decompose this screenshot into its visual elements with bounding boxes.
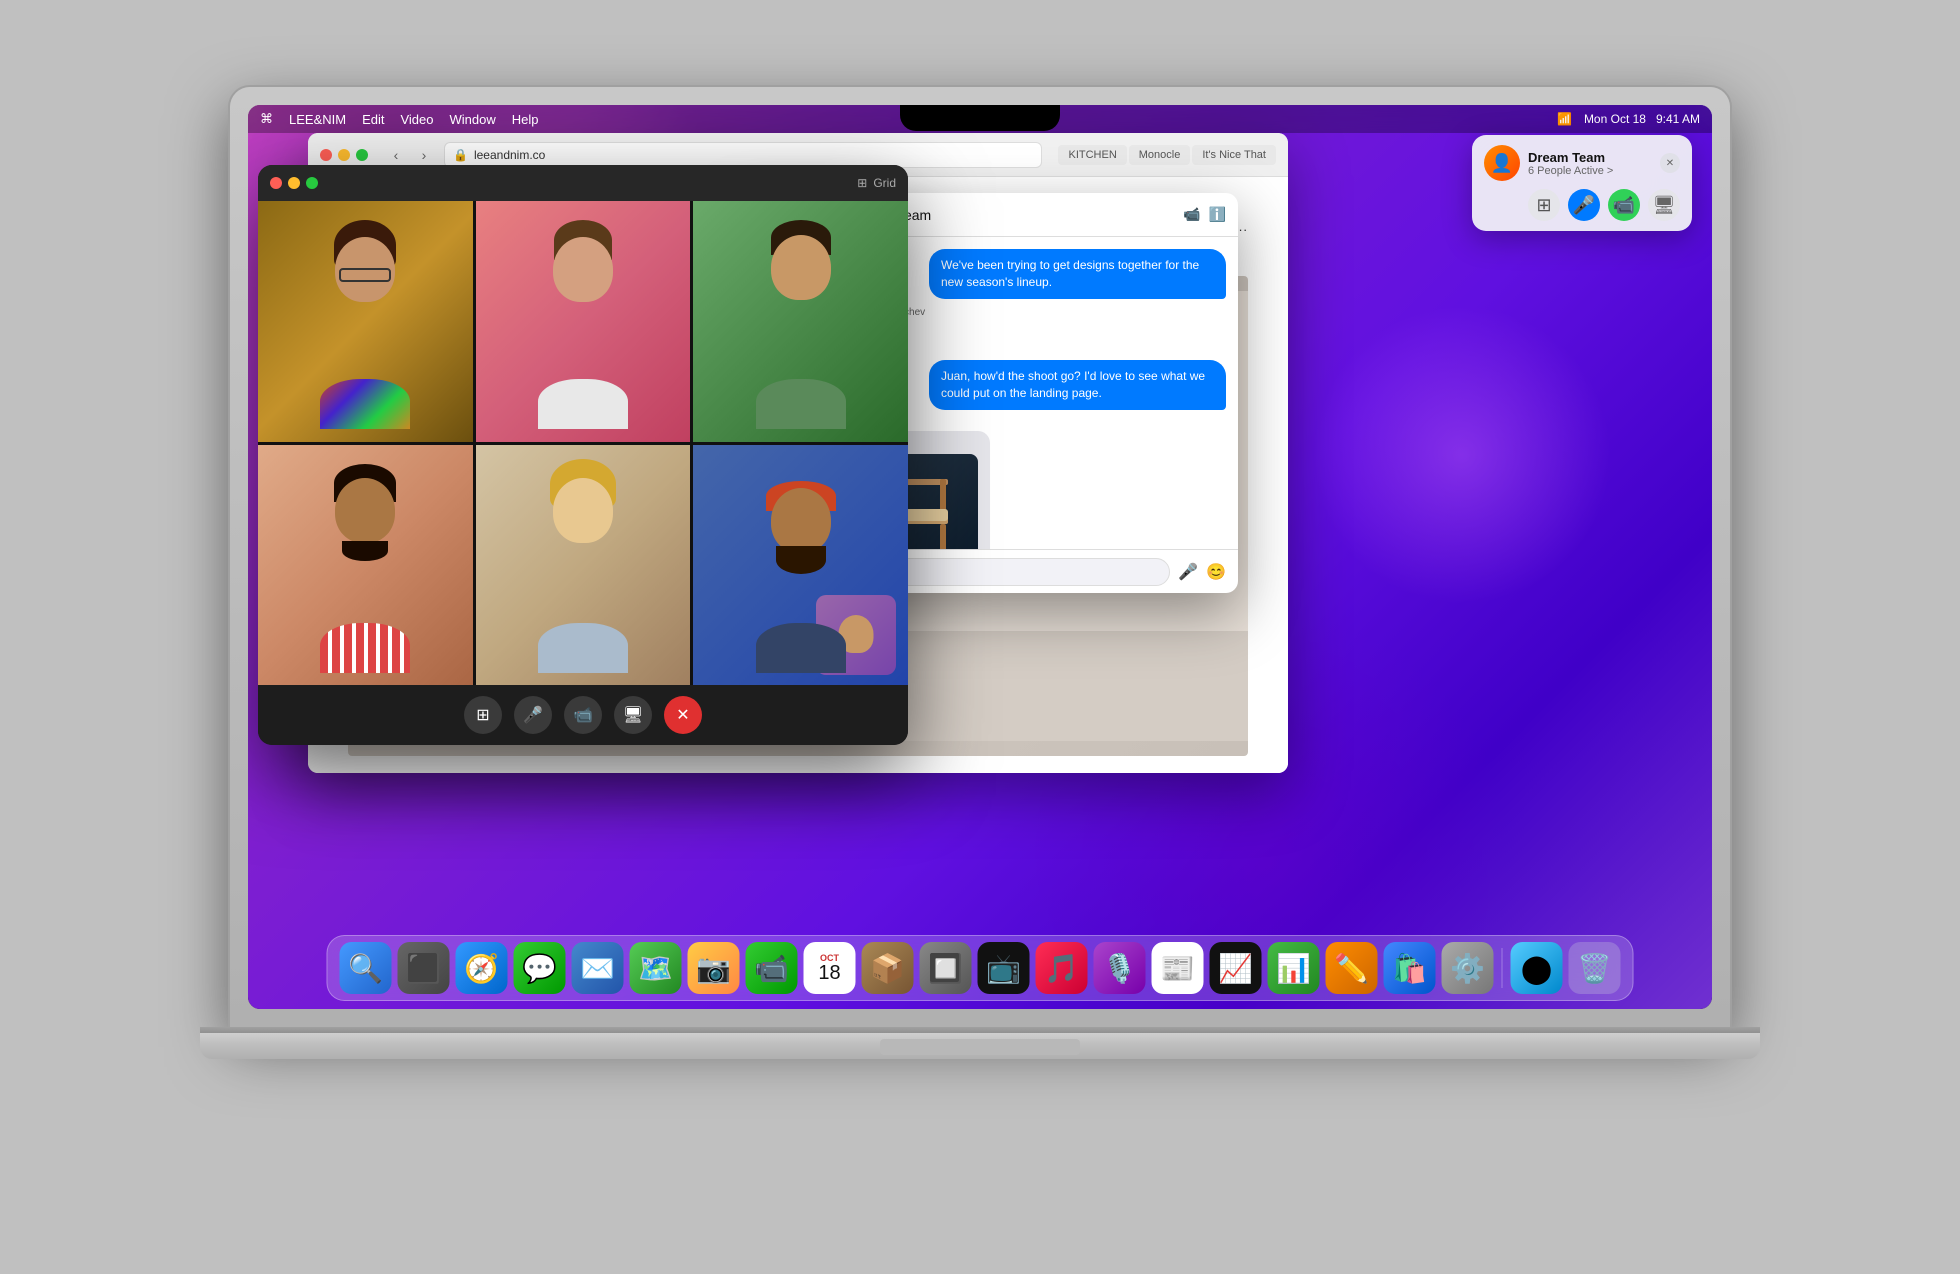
ft-participant-1 [258, 201, 473, 442]
dock-icon-messages[interactable]: 💬 [514, 942, 566, 994]
dock-icon-apps2[interactable]: 🔲 [920, 942, 972, 994]
app-name[interactable]: LEE&NIM [289, 112, 346, 127]
notif-screen-btn[interactable]: 🖥 [1648, 189, 1680, 221]
address-bar[interactable]: 🔒 leeandnim.co [444, 142, 1042, 168]
browser-nav: ‹ › [384, 143, 436, 167]
dock-icon-mail[interactable]: ✉️ [572, 942, 624, 994]
macos-desktop: ⌘ LEE&NIM Edit Video Window Help 📶 Mon O… [248, 105, 1712, 1009]
dock-icon-appstore[interactable]: 🛍️ [1384, 942, 1436, 994]
browser-close-btn[interactable] [320, 149, 332, 161]
dock-icon-numbers[interactable]: 📊 [1268, 942, 1320, 994]
dock-container: 🔍 ⬛ 🧭 💬 ✉️ 🗺️ 📷 📹 OCT 18 📦 🔲 [327, 935, 1634, 1001]
macbook: ⌘ LEE&NIM Edit Video Window Help 📶 Mon O… [140, 87, 1820, 1187]
menu-video[interactable]: Video [400, 112, 433, 127]
dock-icon-calendar[interactable]: OCT 18 [804, 942, 856, 994]
menu-window[interactable]: Window [450, 112, 496, 127]
dock-icon-podcasts[interactable]: 🎙️ [1094, 942, 1146, 994]
dock-icon-pages[interactable]: ✏️ [1326, 942, 1378, 994]
ft-participant-2 [476, 201, 691, 442]
dock-icon-safari[interactable]: 🧭 [456, 942, 508, 994]
browser-tab-kitchen[interactable]: KITCHEN [1058, 145, 1126, 165]
dock-icon-maps[interactable]: 🗺️ [630, 942, 682, 994]
dock-icon-screentime[interactable]: ⬤ [1511, 942, 1563, 994]
ft-close-btn[interactable] [270, 177, 282, 189]
msg-bubble-sent-1: We've been trying to get designs togethe… [929, 249, 1226, 299]
messages-emoji-icon[interactable]: 😊 [1206, 562, 1226, 582]
messages-info-icon[interactable]: ℹ️ [1209, 206, 1226, 223]
macbook-hinge [200, 1027, 1760, 1033]
browser-zoom-btn[interactable] [356, 149, 368, 161]
dock-icon-launchpad[interactable]: ⬛ [398, 942, 450, 994]
dock-icon-news[interactable]: 📰 [1152, 942, 1204, 994]
ft-camera-btn[interactable]: 📹 [564, 696, 602, 734]
notch [900, 105, 1060, 131]
macbook-trackpad-area [880, 1039, 1080, 1055]
facetime-toolbar: ⊞ Grid [258, 165, 908, 201]
screen-bezel: ⌘ LEE&NIM Edit Video Window Help 📶 Mon O… [248, 105, 1712, 1009]
dock-icon-music[interactable]: 🎵 [1036, 942, 1088, 994]
facetime-window[interactable]: ⊞ Grid [258, 165, 908, 745]
ft-grid-view-btn[interactable]: ⊞ [464, 696, 502, 734]
notif-subtitle: 6 People Active > [1528, 165, 1652, 177]
ft-layout-toggle[interactable]: ⊞ Grid [857, 176, 896, 190]
menu-edit[interactable]: Edit [362, 112, 384, 127]
browser-traffic-lights [320, 149, 368, 161]
dock-icon-settings[interactable]: ⚙️ [1442, 942, 1494, 994]
ft-traffic-lights [270, 177, 318, 189]
browser-tab-monocle[interactable]: Monocle [1129, 145, 1191, 165]
menu-bar-right: 📶 Mon Oct 18 9:41 AM [1557, 112, 1700, 126]
menu-help[interactable]: Help [512, 112, 539, 127]
browser-minimize-btn[interactable] [338, 149, 350, 161]
ft-zoom-btn[interactable] [306, 177, 318, 189]
lock-icon: 🔒 [453, 148, 468, 162]
dock-icon-finder[interactable]: 🔍 [340, 942, 392, 994]
messages-audio-icon[interactable]: 🎤 [1178, 562, 1198, 582]
notif-text: Dream Team 6 People Active > [1528, 150, 1652, 177]
notif-mic-btn[interactable]: 🎤 [1568, 189, 1600, 221]
notif-controls: ⊞ 🎤 📹 🖥 [1484, 189, 1680, 221]
dock-icon-facetime[interactable]: 📹 [746, 942, 798, 994]
macbook-lid: ⌘ LEE&NIM Edit Video Window Help 📶 Mon O… [230, 87, 1730, 1027]
notif-avatar: 👤 [1484, 145, 1520, 181]
facetime-controls: ⊞ 🎤 📹 🖥 ✕ [258, 685, 908, 745]
dock-icon-stocks[interactable]: 📈 [1210, 942, 1262, 994]
browser-tab-itsnicethat[interactable]: It's Nice That [1192, 145, 1276, 165]
ft-participant-3 [693, 201, 908, 442]
notif-group-name: Dream Team [1528, 150, 1652, 165]
notif-close-btn[interactable]: ✕ [1660, 153, 1680, 173]
ft-mute-btn[interactable]: 🎤 [514, 696, 552, 734]
dock: 🔍 ⬛ 🧭 💬 ✉️ 🗺️ 📷 📹 OCT 18 📦 🔲 [327, 935, 1634, 1001]
notif-video-btn[interactable]: 📹 [1608, 189, 1640, 221]
msg-bubble-sent-2: Juan, how'd the shoot go? I'd love to se… [929, 360, 1226, 410]
messages-video-icon[interactable]: 📹 [1183, 206, 1200, 223]
dock-icon-trash[interactable]: 🗑️ [1569, 942, 1621, 994]
ft-minimize-btn[interactable] [288, 177, 300, 189]
dock-icon-photos[interactable]: 📷 [688, 942, 740, 994]
ft-screen-share-btn[interactable]: 🖥 [614, 696, 652, 734]
dock-icon-appletv[interactable]: 📺 [978, 942, 1030, 994]
dock-icon-apps1[interactable]: 📦 [862, 942, 914, 994]
macbook-base [200, 1027, 1760, 1059]
notif-group-btn[interactable]: ⊞ [1528, 189, 1560, 221]
menu-wifi-icon: 📶 [1557, 112, 1572, 126]
menu-bar-left: ⌘ LEE&NIM Edit Video Window Help [260, 111, 539, 127]
url-text: leeandnim.co [474, 148, 545, 162]
apple-menu[interactable]: ⌘ [260, 111, 273, 127]
menu-datetime: Mon Oct 18 9:41 AM [1584, 112, 1700, 126]
ft-end-call-btn[interactable]: ✕ [664, 696, 702, 734]
dock-divider [1502, 948, 1503, 988]
notif-header: 👤 Dream Team 6 People Active > ✕ [1484, 145, 1680, 181]
ft-grid-label: Grid [873, 176, 896, 190]
notification-pill: 👤 Dream Team 6 People Active > ✕ ⊞ 🎤 📹 🖥 [1472, 135, 1692, 231]
browser-forward-btn[interactable]: › [412, 143, 436, 167]
browser-back-btn[interactable]: ‹ [384, 143, 408, 167]
ft-grid-icon: ⊞ [857, 176, 867, 190]
ft-participant-4 [258, 445, 473, 686]
ft-participant-5 [476, 445, 691, 686]
browser-tabs: KITCHEN Monocle It's Nice That [1058, 145, 1276, 165]
